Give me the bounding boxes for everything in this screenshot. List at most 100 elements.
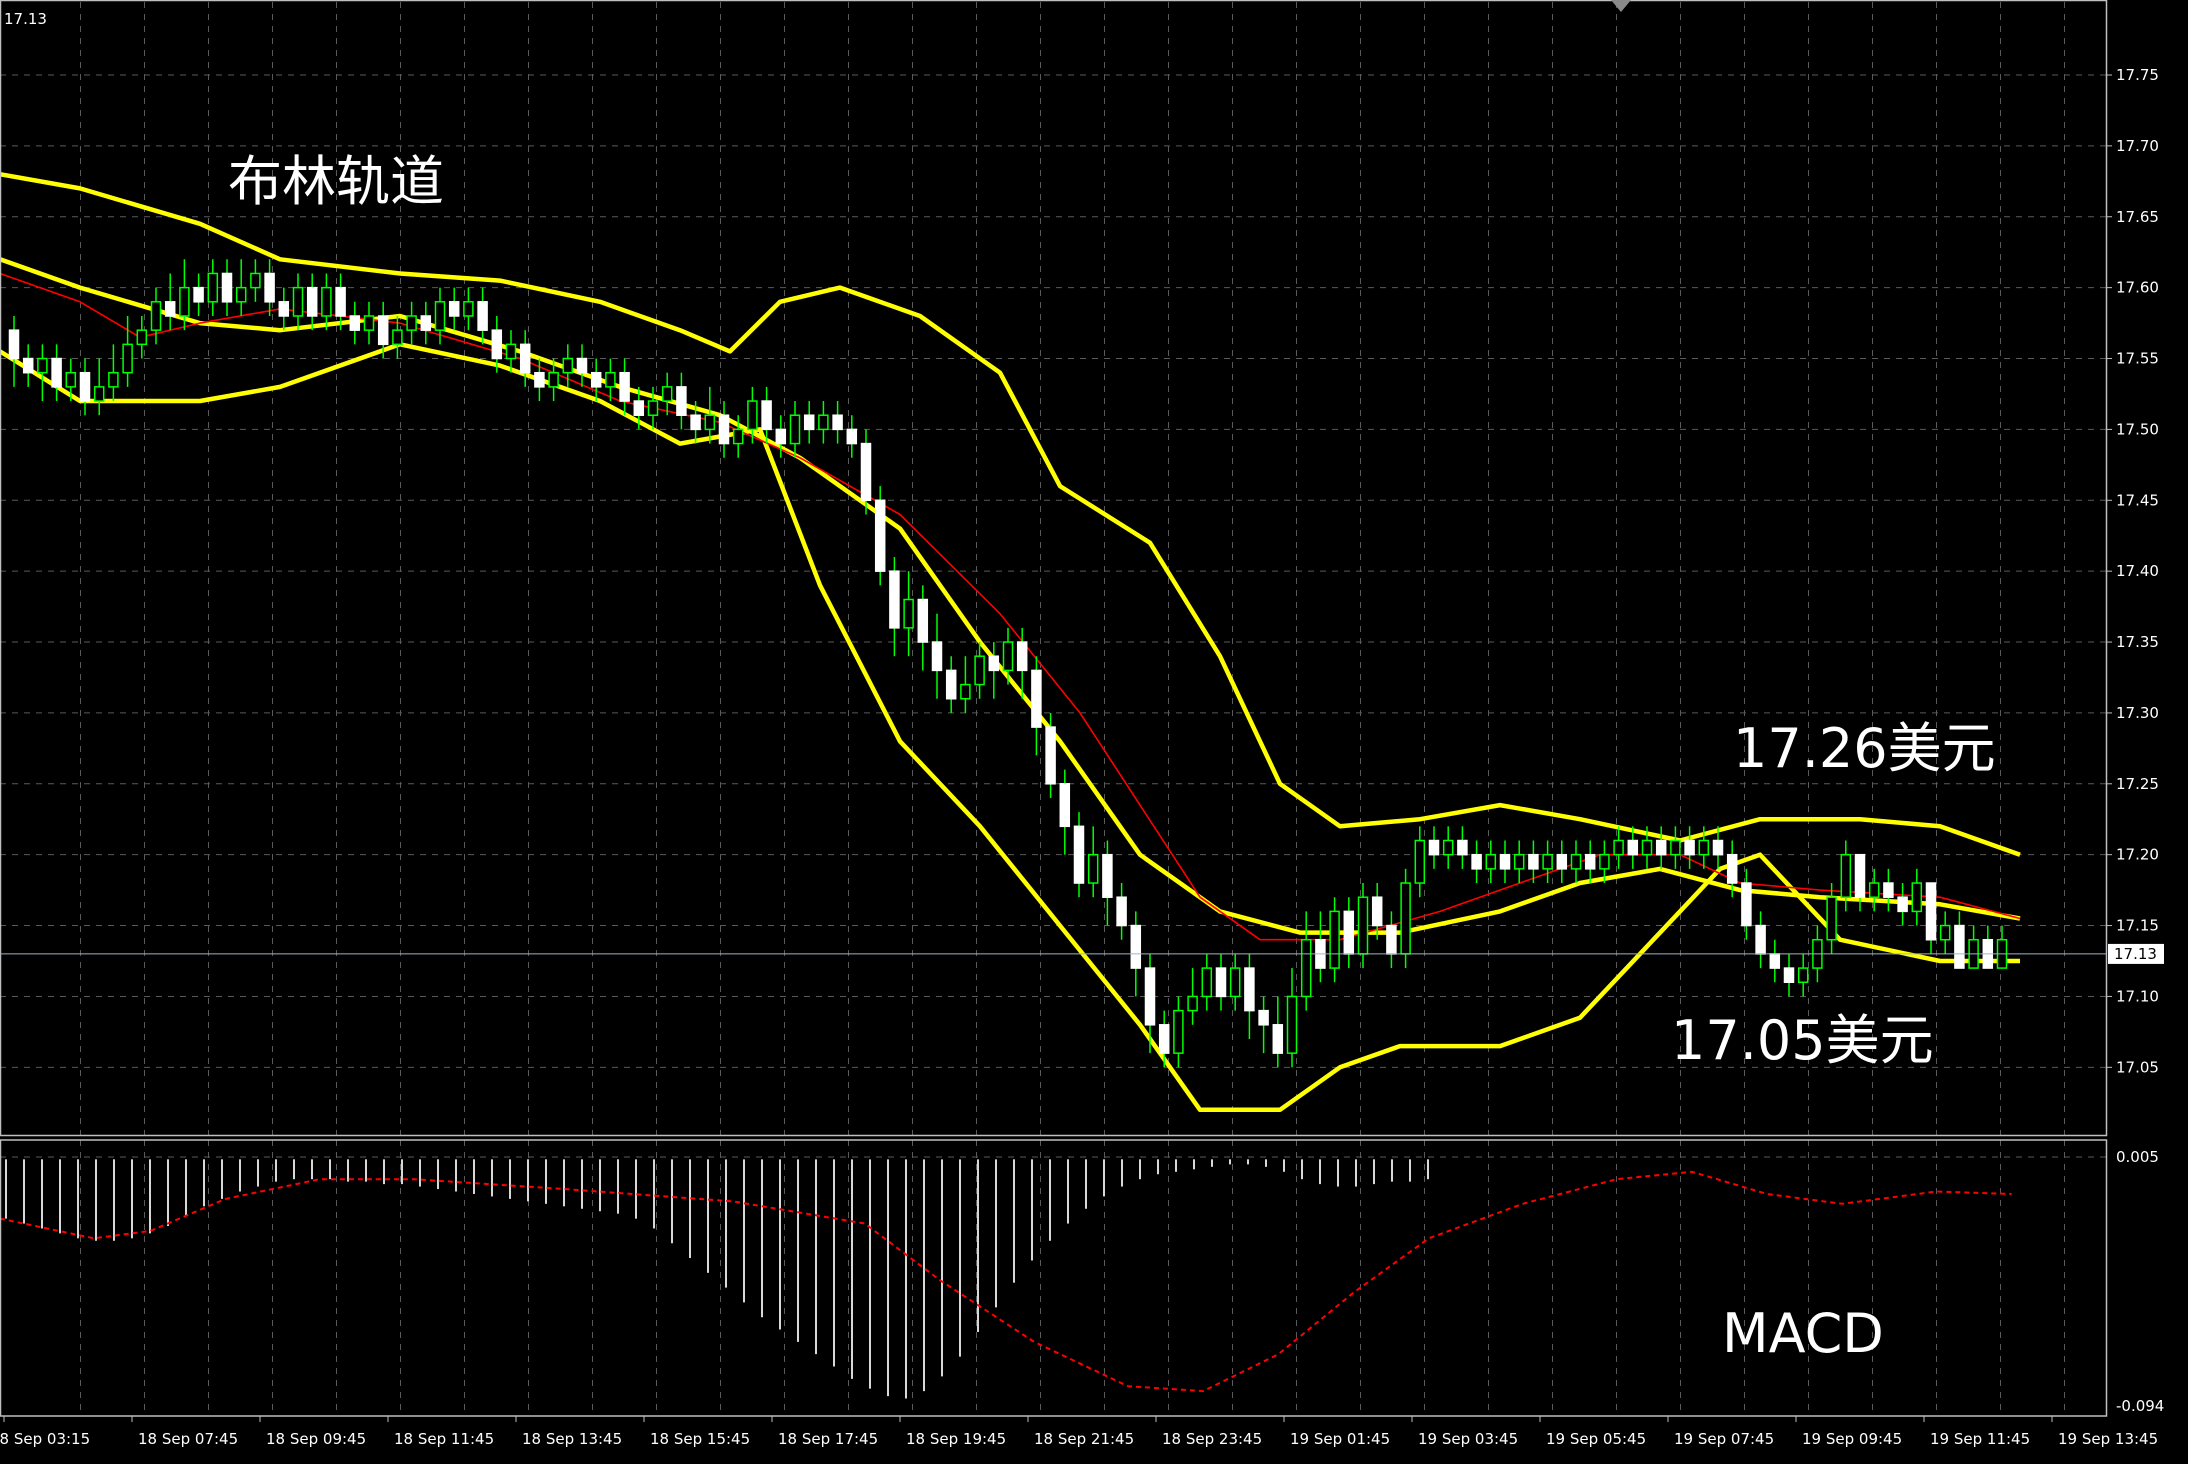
candle-body — [576, 357, 588, 374]
candle-body — [1599, 853, 1610, 870]
candle-body — [718, 414, 730, 445]
x-tick-label: 19 Sep 07:45 — [1674, 1430, 1774, 1448]
candle-body — [179, 286, 190, 317]
candle-body — [1428, 839, 1440, 856]
candle-body — [1570, 853, 1582, 870]
candle-body — [392, 329, 403, 346]
y-tick-label: 17.40 — [2116, 562, 2159, 580]
candle-body — [1627, 839, 1639, 856]
candle-body — [463, 301, 474, 317]
candle-body — [1272, 1024, 1284, 1054]
macd-annotation: MACD — [1722, 1302, 1884, 1365]
candle-body — [1329, 910, 1340, 969]
x-tick-label: 18 Sep 15:45 — [650, 1430, 750, 1448]
candle-body — [37, 357, 48, 374]
candle-body — [1229, 967, 1241, 998]
candle-body — [1499, 853, 1511, 870]
candle-body — [775, 428, 787, 445]
candle-body — [235, 286, 247, 303]
x-tick-label: 18 Sep 09:45 — [266, 1430, 366, 1448]
candle-body — [1343, 910, 1355, 955]
candle-body — [1897, 896, 1908, 913]
macd-top-label: 0.005 — [2116, 1148, 2159, 1166]
candle-body — [1059, 783, 1071, 828]
x-tick-label: 18 Sep 21:45 — [1034, 1430, 1134, 1448]
candle-body — [1400, 882, 1411, 955]
candle-body — [1187, 995, 1198, 1012]
x-tick-label: 18 Sep 23:45 — [1162, 1430, 1262, 1448]
candle-body — [1471, 853, 1482, 870]
candle-body — [747, 400, 758, 431]
candle-body — [1513, 853, 1525, 870]
candle-body — [803, 414, 815, 431]
candle-body — [1371, 896, 1383, 927]
candle-body — [448, 301, 460, 317]
candle-body — [1741, 882, 1752, 927]
candle-body — [1556, 853, 1568, 870]
candle-body — [164, 301, 176, 317]
y-tick-label: 17.45 — [2116, 491, 2159, 509]
candle-body — [761, 400, 772, 431]
candle-body — [363, 315, 375, 331]
bollinger-title: 布林轨道 — [228, 150, 444, 213]
x-tick-label: 18 Sep 03:15 — [0, 1430, 90, 1448]
candle-body — [1215, 967, 1227, 998]
y-tick-label: 17.30 — [2116, 704, 2159, 722]
candle-body — [1357, 896, 1369, 955]
candle-body — [65, 371, 77, 388]
candle-body — [519, 343, 531, 374]
candle-body — [1769, 953, 1781, 969]
candle-body — [1442, 839, 1454, 856]
y-tick-label: 17.75 — [2116, 66, 2159, 84]
candle-body — [1797, 967, 1809, 984]
y-tick-label: 17.05 — [2116, 1058, 2159, 1076]
candle-body — [1144, 967, 1156, 1026]
corner-price-label: 17.13 — [4, 10, 47, 28]
macd-bottom-label: -0.094 — [2116, 1397, 2164, 1415]
y-tick-label: 17.65 — [2116, 208, 2159, 226]
candle-body — [1684, 839, 1695, 856]
candle-body — [832, 414, 843, 431]
x-tick-label: 19 Sep 13:45 — [2058, 1430, 2158, 1448]
candle-body — [633, 400, 645, 416]
candle-body — [122, 343, 133, 374]
candle-body — [562, 357, 574, 374]
candle-body — [1457, 839, 1468, 856]
candle-body — [1883, 882, 1894, 898]
x-tick-label: 18 Sep 19:45 — [906, 1430, 1006, 1448]
x-tick-label: 19 Sep 05:45 — [1546, 1430, 1646, 1448]
candle-body — [136, 329, 148, 346]
y-tick-label: 17.55 — [2116, 350, 2159, 368]
candle-body — [1641, 839, 1653, 856]
candle-body — [193, 286, 204, 303]
candle-body — [931, 641, 943, 672]
candle-body — [349, 315, 361, 331]
candle-body — [1116, 896, 1127, 927]
candle-body — [108, 371, 119, 388]
candle-body — [647, 400, 659, 416]
candle-body — [1854, 853, 1866, 898]
y-tick-label: 17.15 — [2116, 917, 2159, 935]
candle-body — [945, 669, 957, 700]
candle-body — [477, 301, 488, 331]
candle-body — [1783, 967, 1795, 984]
y-tick-label: 17.50 — [2116, 420, 2159, 438]
candle-body — [818, 414, 829, 431]
y-tick-label: 17.10 — [2116, 987, 2159, 1005]
candle-body — [974, 655, 985, 686]
candle-body — [1201, 967, 1213, 998]
candle-body — [1244, 967, 1255, 1012]
candle-body — [22, 357, 34, 374]
candle-body — [619, 371, 630, 402]
y-tick-label: 17.35 — [2116, 633, 2159, 651]
y-tick-label: 17.25 — [2116, 775, 2159, 793]
candle-body — [988, 655, 1000, 672]
candle-body — [676, 386, 687, 416]
candle-body — [1073, 825, 1085, 884]
candle-body — [207, 272, 219, 303]
candle-body — [292, 286, 304, 317]
candle-body — [1002, 641, 1014, 672]
candle-body — [1698, 839, 1710, 856]
candle-body — [1173, 1009, 1184, 1054]
candle-body — [1300, 938, 1312, 998]
